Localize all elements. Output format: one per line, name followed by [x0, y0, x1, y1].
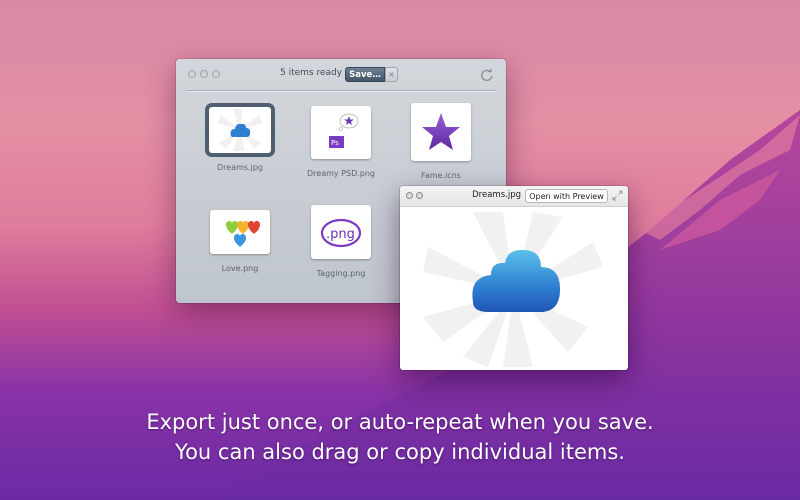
item-love[interactable]: Love.png — [195, 210, 285, 273]
cancel-button[interactable]: × — [385, 67, 398, 82]
preview-close-button[interactable] — [406, 192, 413, 199]
save-button[interactable]: Save… — [345, 67, 385, 82]
item-label: Fame.icns — [421, 171, 461, 180]
status-text: 5 items ready — [280, 68, 343, 78]
item-dreamy-psd[interactable]: Ps Dreamy PSD.png — [296, 106, 386, 178]
zoom-button[interactable] — [212, 70, 220, 78]
star-thumbnail — [411, 103, 471, 161]
svg-text:.png: .png — [326, 227, 355, 242]
cloud-image — [423, 212, 603, 367]
fullscreen-icon[interactable] — [612, 190, 623, 201]
open-with-preview-button[interactable]: Open with Preview — [525, 189, 608, 203]
item-label: Love.png — [221, 264, 259, 273]
preview-titlebar: Dreams.jpg Open with Preview — [400, 186, 628, 207]
hearts-thumbnail — [210, 210, 270, 254]
svg-text:Ps: Ps — [331, 139, 339, 147]
psd-dream-thumbnail: Ps — [311, 106, 371, 159]
item-label: Tagging.png — [316, 269, 366, 278]
item-label: Dreams.jpg — [217, 163, 263, 172]
item-fame[interactable]: Fame.icns — [396, 103, 486, 180]
caption-line-1: Export just once, or auto-repeat when yo… — [146, 410, 654, 434]
png-tag-thumbnail: .png — [311, 205, 371, 259]
caption-line-2: You can also drag or copy individual ite… — [175, 440, 625, 464]
preview-title: Dreams.jpg — [472, 190, 521, 200]
minimize-button[interactable] — [200, 70, 208, 78]
toolbar-divider — [186, 90, 496, 91]
cloud-thumbnail — [209, 107, 271, 153]
close-button[interactable] — [188, 70, 196, 78]
item-dreams[interactable]: Dreams.jpg — [195, 107, 285, 172]
item-tagging[interactable]: .png Tagging.png — [296, 205, 386, 278]
item-label: Dreamy PSD.png — [307, 169, 375, 178]
toolbar: 5 items ready Save… × — [176, 59, 506, 91]
preview-add-button[interactable] — [416, 192, 423, 199]
quicklook-preview-window: Dreams.jpg Open with Preview — [400, 186, 628, 370]
preview-image — [403, 207, 625, 367]
refresh-icon[interactable] — [480, 68, 494, 82]
